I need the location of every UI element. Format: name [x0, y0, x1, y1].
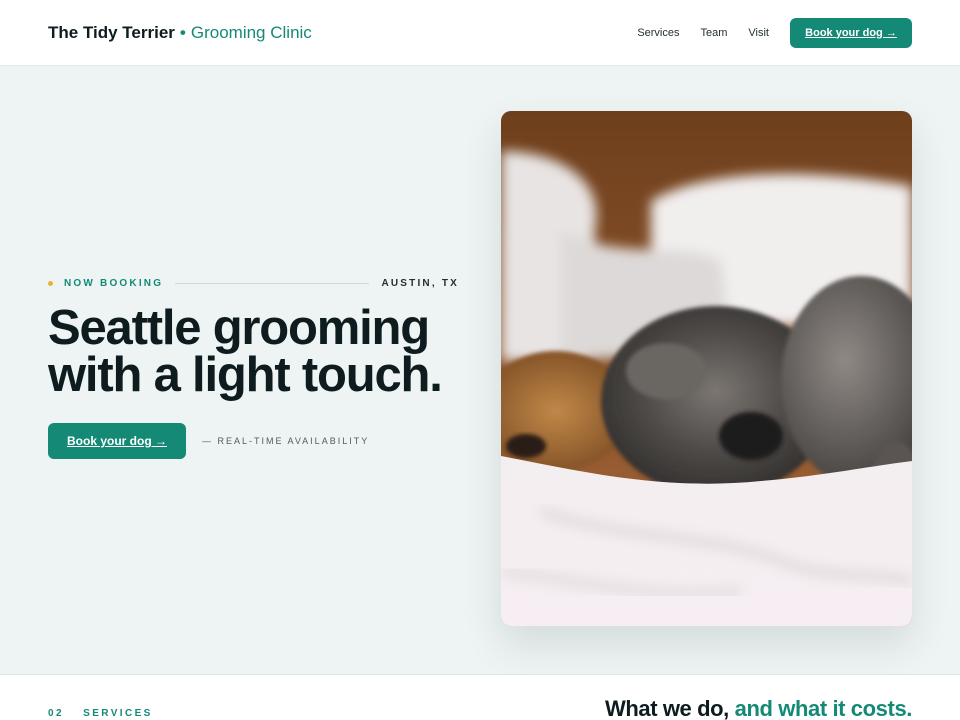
brand-separator: •: [179, 22, 186, 42]
brand-subtitle: Grooming Clinic: [190, 22, 312, 42]
eyebrow-divider: [175, 282, 370, 284]
main-nav: Services Team Visit Book your dog →: [637, 17, 912, 48]
headline-line-1: Seattle grooming: [48, 301, 430, 355]
section-label: SERVICES: [83, 708, 153, 719]
services-title-part-1: What we do,: [604, 696, 729, 720]
header-book-button[interactable]: Book your dog →: [790, 17, 912, 48]
section-number: 02: [48, 708, 64, 719]
sleeping-dogs-photo-icon: [501, 111, 912, 626]
nav-link-services[interactable]: Services: [637, 27, 679, 39]
nav-link-visit[interactable]: Visit: [748, 27, 769, 39]
site-header: The Tidy Terrier • Grooming Clinic Servi…: [0, 0, 960, 66]
booking-status-label: NOW BOOKING: [64, 277, 164, 289]
availability-note: — REAL-TIME AVAILABILITY: [202, 436, 370, 446]
location-label: AUSTIN, TX: [381, 277, 459, 289]
services-section-header: 02 SERVICES What we do, and what it cost…: [0, 674, 960, 720]
services-title: What we do, and what it costs.: [605, 696, 912, 720]
hero-book-button[interactable]: Book your dog →: [48, 423, 186, 459]
hero-headline: Seattle grooming with a light touch.: [48, 301, 459, 402]
hero-dog-photo: [501, 111, 912, 626]
nav-link-team[interactable]: Team: [701, 27, 728, 39]
hero-content: NOW BOOKING AUSTIN, TX Seattle grooming …: [48, 275, 459, 459]
brand-logo[interactable]: The Tidy Terrier • Grooming Clinic: [48, 23, 312, 43]
hero-cta-row: Book your dog → — REAL-TIME AVAILABILITY: [48, 423, 459, 459]
status-dot-icon: [48, 280, 53, 286]
headline-line-2: with a light touch.: [48, 348, 443, 402]
hero-eyebrow: NOW BOOKING AUSTIN, TX: [48, 275, 459, 291]
brand-name: The Tidy Terrier: [48, 22, 175, 42]
section-eyebrow: 02 SERVICES: [48, 708, 153, 719]
services-title-part-2: and what it costs.: [734, 696, 913, 720]
